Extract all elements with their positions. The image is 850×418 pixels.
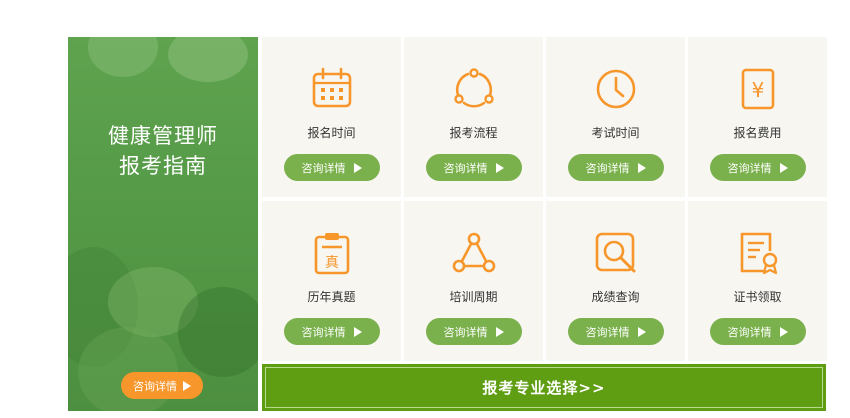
- consult-button[interactable]: 咨询详情: [425, 318, 522, 345]
- guide-title-line1: 健康管理师: [108, 124, 218, 148]
- cell-label: 成绩查询: [591, 290, 640, 304]
- consult-button[interactable]: 咨询详情: [425, 154, 522, 181]
- consult-button-label: 咨询详情: [585, 161, 630, 175]
- cycle-icon: [453, 68, 494, 108]
- grid-cell-exam-time: 考试时间 咨询详情: [546, 37, 685, 197]
- cell-label: 证书领取: [733, 290, 782, 304]
- consult-button[interactable]: 咨询详情: [709, 154, 806, 181]
- cell-label: 报名费用: [733, 126, 782, 140]
- yuan-glyph: ¥: [751, 78, 764, 102]
- play-arrow-icon: [353, 162, 362, 173]
- grid-cell-past-exams: 真 历年真题 咨询详情: [262, 201, 401, 361]
- clipboard-glyph: 真: [325, 255, 339, 271]
- major-selection-bar[interactable]: 报考专业选择>>: [262, 364, 826, 411]
- consult-button-label: 咨询详情: [301, 325, 346, 339]
- play-arrow-icon: [779, 162, 788, 173]
- grid-cell-registration-fee: ¥ 报名费用 咨询详情: [688, 37, 827, 197]
- vegetable-decoration: [168, 37, 248, 82]
- consult-button-label: 咨询详情: [443, 161, 488, 175]
- grid-cell-certificate-collection: 证书领取 咨询详情: [688, 201, 827, 361]
- consult-button[interactable]: 咨询详情: [709, 318, 806, 345]
- guide-panel: 健康管理师 报考指南 咨询详情: [68, 37, 258, 411]
- info-grid: 报名时间 咨询详情 报考流程 咨询详情 考试时间 咨询详情 ¥ 报名费用 咨询详…: [262, 37, 827, 361]
- guide-title: 健康管理师 报考指南: [68, 121, 258, 181]
- consult-button[interactable]: 咨询详情: [567, 154, 664, 181]
- clipboard-icon: 真: [314, 233, 349, 275]
- cell-label: 历年真题: [307, 290, 356, 304]
- grid-cell-registration-time: 报名时间 咨询详情: [262, 37, 401, 197]
- cell-label: 报考流程: [449, 126, 498, 140]
- guide-consult-button-label: 咨询详情: [133, 379, 177, 393]
- play-arrow-icon: [779, 326, 788, 337]
- consult-button[interactable]: 咨询详情: [567, 318, 664, 345]
- consult-button-label: 咨询详情: [301, 161, 346, 175]
- play-arrow-icon: [353, 326, 362, 337]
- play-arrow-icon: [637, 162, 646, 173]
- search-icon: [595, 232, 635, 273]
- cell-label: 培训周期: [449, 290, 498, 304]
- guide-consult-button[interactable]: 咨询详情: [121, 372, 203, 399]
- cell-label: 考试时间: [591, 126, 640, 140]
- grid-cell-score-query: 成绩查询 咨询详情: [546, 201, 685, 361]
- play-arrow-icon: [183, 380, 191, 391]
- yuan-icon: ¥: [741, 68, 774, 110]
- consult-button-label: 咨询详情: [443, 325, 488, 339]
- calendar-icon: [312, 67, 351, 108]
- cell-label: 报名时间: [307, 126, 356, 140]
- consult-button-label: 咨询详情: [727, 161, 772, 175]
- play-arrow-icon: [495, 326, 504, 337]
- vegetable-decoration: [88, 37, 158, 77]
- consult-button-label: 咨询详情: [727, 325, 772, 339]
- grid-cell-training-cycle: 培训周期 咨询详情: [404, 201, 543, 361]
- play-arrow-icon: [637, 326, 646, 337]
- guide-title-line2: 报考指南: [119, 154, 207, 178]
- play-arrow-icon: [495, 162, 504, 173]
- vegetable-decoration: [178, 287, 258, 377]
- major-selection-link[interactable]: 报考专业选择>>: [265, 367, 823, 408]
- certificate-icon: [740, 232, 777, 275]
- clock-icon: [596, 69, 635, 109]
- network-icon: [452, 232, 495, 273]
- consult-button[interactable]: 咨询详情: [283, 318, 380, 345]
- consult-button-label: 咨询详情: [585, 325, 630, 339]
- consult-button[interactable]: 咨询详情: [283, 154, 380, 181]
- grid-cell-application-process: 报考流程 咨询详情: [404, 37, 543, 197]
